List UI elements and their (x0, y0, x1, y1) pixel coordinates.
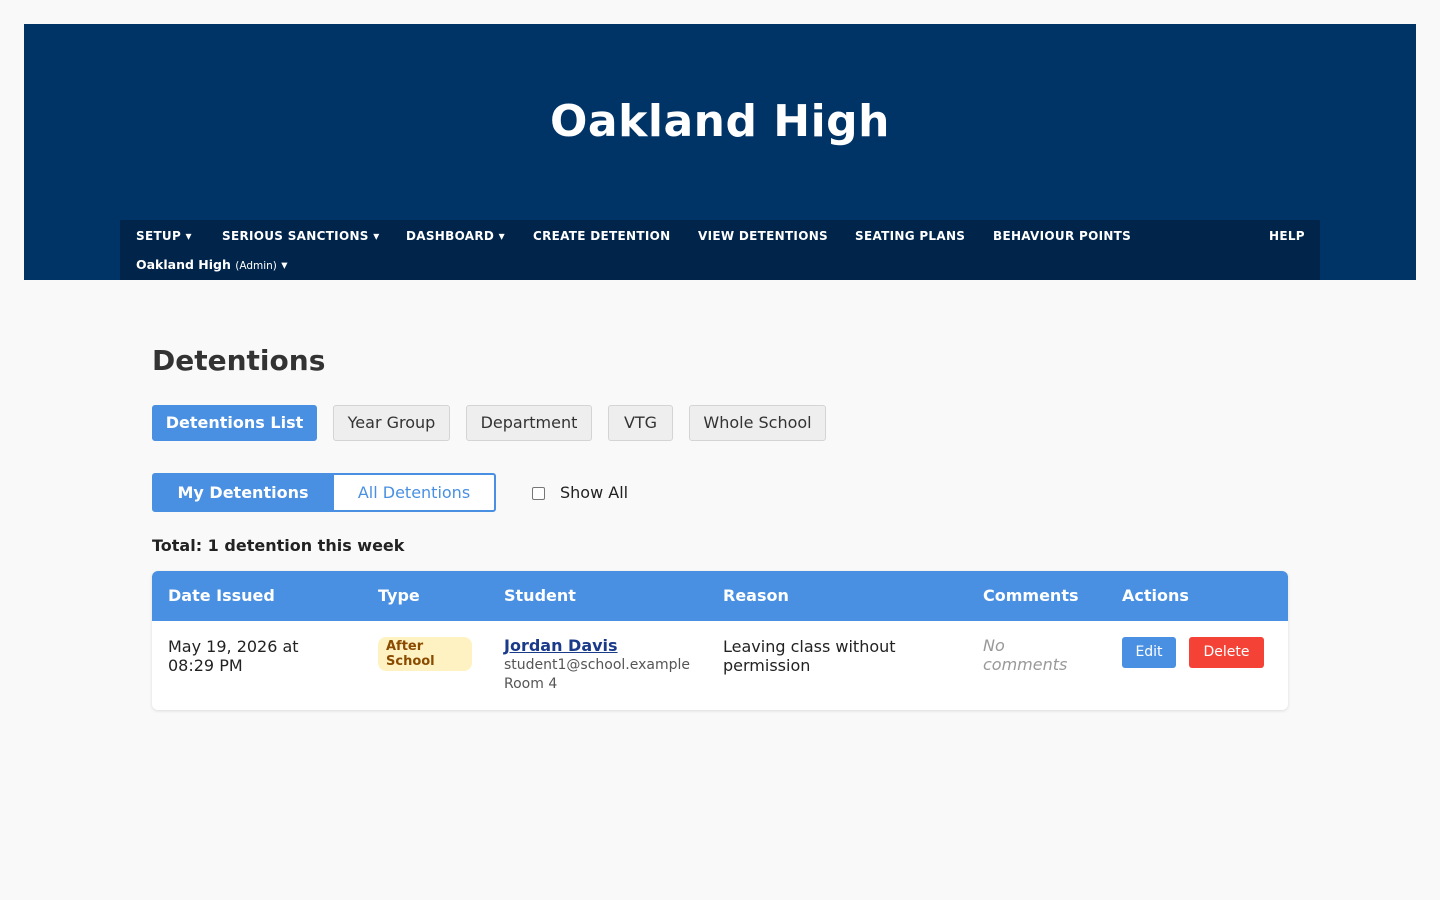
detentions-table: Date Issued Type Student Reason Comments… (152, 571, 1288, 710)
nav-help[interactable]: HELP (1269, 228, 1305, 244)
student-name-link[interactable]: Jordan Davis (504, 636, 618, 655)
delete-button[interactable]: Delete (1189, 637, 1264, 668)
school-switcher[interactable]: Oakland High (Admin) ▾ (136, 257, 288, 273)
tab-detentions-list[interactable]: Detentions List (152, 405, 317, 441)
nav-view-detentions[interactable]: VIEW DETENTIONS (698, 228, 828, 244)
comments-cell: No comments (983, 636, 1083, 674)
reason-line1: Leaving class without (723, 637, 896, 656)
column-header-actions: Actions (1122, 586, 1189, 605)
comments-line2: comments (983, 655, 1068, 674)
date-issued-line2: 08:29 PM (168, 656, 243, 675)
type-badge-line2: School (386, 654, 435, 669)
tab-whole-school[interactable]: Whole School (689, 405, 826, 441)
tab-department[interactable]: Department (466, 405, 592, 441)
column-header-comments: Comments (983, 586, 1079, 605)
nav-serious-sanctions[interactable]: SERIOUS SANCTIONS ▾ (222, 228, 380, 244)
edit-button[interactable]: Edit (1122, 637, 1176, 668)
school-title: Oakland High (550, 96, 890, 147)
student-room: Room 4 (504, 676, 558, 692)
comments-line1: No (983, 636, 1005, 655)
nav-dashboard[interactable]: DASHBOARD ▾ (406, 228, 505, 244)
tab-year-group[interactable]: Year Group (333, 405, 450, 441)
main-navbar: SETUP ▾ SERIOUS SANCTIONS ▾ DASHBOARD ▾ … (120, 220, 1320, 280)
column-header-reason: Reason (723, 586, 789, 605)
nav-create-detention[interactable]: CREATE DETENTION (533, 228, 670, 244)
column-header-date-issued: Date Issued (168, 586, 275, 605)
all-detentions-toggle[interactable]: All Detentions (332, 473, 496, 512)
tab-vtg[interactable]: VTG (608, 405, 673, 441)
date-issued-cell: May 19, 2026 at 08:29 PM (168, 637, 299, 675)
type-badge: After School (378, 637, 472, 671)
show-all-label: Show All (560, 483, 629, 502)
student-email: student1@school.example (504, 657, 691, 673)
total-summary: Total: 1 detention this week (152, 536, 405, 555)
date-issued-line1: May 19, 2026 at (168, 637, 299, 656)
nav-behaviour-points[interactable]: BEHAVIOUR POINTS (993, 228, 1131, 244)
nav-setup[interactable]: SETUP ▾ (136, 228, 192, 244)
table-header: Date Issued Type Student Reason Comments… (152, 571, 1288, 621)
nav-seating-plans[interactable]: SEATING PLANS (855, 228, 965, 244)
column-header-student: Student (504, 586, 576, 605)
chevron-down-icon: ▾ (281, 257, 288, 272)
type-badge-line1: After (386, 639, 424, 654)
school-switcher-role: (Admin) (235, 260, 277, 272)
column-header-type: Type (378, 586, 420, 605)
school-switcher-name: Oakland High (136, 257, 231, 272)
page-title: Detentions (152, 344, 326, 377)
reason-line2: permission (723, 656, 811, 675)
my-detentions-toggle[interactable]: My Detentions (152, 473, 334, 512)
reason-cell: Leaving class without permission (723, 637, 896, 675)
header-banner: Oakland High SETUP ▾ SERIOUS SANCTIONS ▾… (24, 24, 1416, 280)
show-all-checkbox[interactable] (532, 487, 545, 500)
